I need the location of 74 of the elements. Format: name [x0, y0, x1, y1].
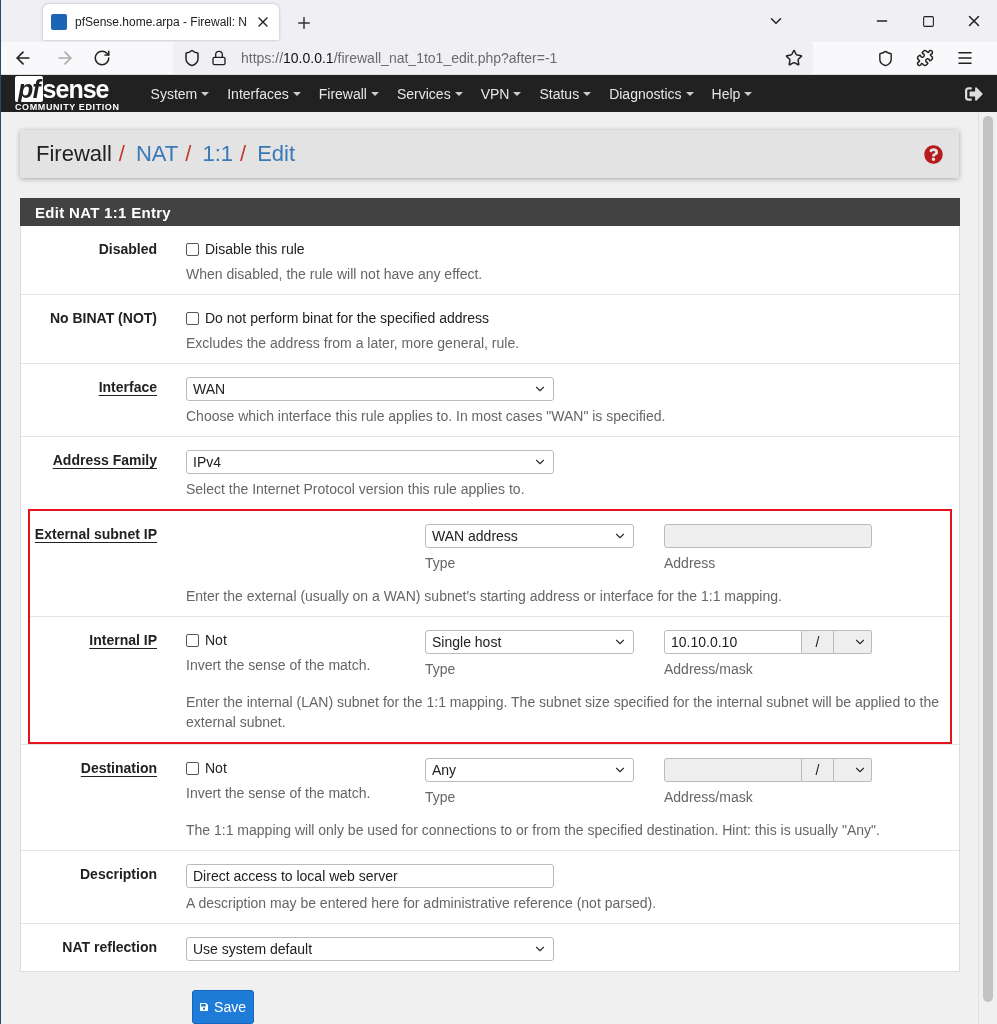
type-dropdown[interactable]: WAN address [425, 524, 634, 548]
help-text: Choose which interface this rule applies to. In most cases "WAN" is specified. [186, 407, 667, 426]
caption: Type [425, 788, 457, 807]
menu-item[interactable]: VPN [471, 85, 531, 102]
breadcrumb-separator: / [240, 141, 247, 167]
help-text: Enter the external (usually on a WAN) subnet's starting address or interface for the 1:1 mapping. [186, 587, 783, 606]
type-dropdown[interactable]: Any [425, 758, 634, 782]
caption: Address/mask [664, 660, 754, 679]
breadcrumb-separator: / [118, 141, 125, 167]
field-label: Description [80, 865, 157, 884]
dropdown[interactable]: IPv4 [186, 450, 554, 474]
breadcrumb-item[interactable]: NAT [135, 141, 179, 167]
menu-item[interactable]: Diagnostics [600, 85, 703, 102]
field-label[interactable]: Interface [98, 377, 157, 397]
browser-tab[interactable]: pfSense.home.arpa - Firewall: N [43, 4, 279, 40]
breadcrumb-item[interactable]: Edit [257, 141, 296, 167]
address-field[interactable]: 10.10.0.10 [664, 630, 802, 654]
help-text: Enter the internal (LAN) subnet for the 1:1 mapping. The subnet size specified for the internal subnet will be applied to the external subnet. [186, 693, 941, 732]
menu-item[interactable]: Help [702, 85, 762, 102]
favicon-icon [51, 14, 67, 30]
lock-icon [211, 50, 227, 66]
logo[interactable]: pfsense COMMUNITY EDITION [15, 75, 120, 112]
field-label[interactable]: Address Family [52, 450, 157, 470]
shield-icon [183, 49, 201, 67]
reload-icon[interactable] [93, 49, 111, 67]
breadcrumb-item[interactable]: 1:1 [202, 141, 233, 167]
caption: Type [425, 554, 457, 573]
help-icon[interactable] [924, 144, 943, 164]
mask-separator: / [815, 634, 820, 650]
menu-icon[interactable] [956, 49, 974, 67]
mask-separator: / [815, 762, 820, 778]
help-text: Excludes the address from a later, more general, rule. [186, 334, 521, 353]
field-label[interactable]: External subnet IP [34, 524, 157, 544]
breadcrumb-item: Firewall [36, 141, 112, 167]
checkbox[interactable] [186, 242, 199, 256]
checkbox-label[interactable]: Disable this rule [186, 239, 305, 259]
caption: Type [425, 660, 457, 679]
star-icon[interactable] [785, 49, 803, 67]
breadcrumb-separator: / [185, 141, 192, 167]
help-text: When disabled, the rule will not have any effect. [186, 265, 484, 284]
panel-title: Edit NAT 1:1 Entry [20, 198, 960, 226]
caption: Invert the sense of the match. [186, 784, 372, 803]
checkbox-label[interactable]: Do not perform binat for the specified address [186, 308, 490, 328]
field-label[interactable]: Internal IP [89, 630, 157, 650]
help-text: A description may be entered here for administrative reference (not parsed). [186, 894, 658, 913]
menu-item[interactable]: Interfaces [218, 85, 310, 102]
field-label: NAT reflection [62, 938, 157, 957]
logout-icon[interactable] [965, 84, 983, 103]
help-text: The 1:1 mapping will only be used for connections to or from the specified destination. Hint: this is usually "Any". [186, 821, 881, 840]
checkbox-label[interactable]: Not [186, 758, 227, 778]
maximize-icon[interactable] [921, 14, 935, 28]
menu-item[interactable]: Firewall [309, 85, 388, 102]
save-button[interactable]: Save [192, 990, 254, 1024]
caption: Address [664, 554, 717, 573]
caption: Invert the sense of the match. [186, 656, 372, 675]
address-bar[interactable]: https://10.0.0.1/firewall_nat_1to1_edit.php?after=-1 [173, 42, 813, 74]
field-label[interactable]: Destination [80, 758, 157, 778]
checkbox-label[interactable]: Not [186, 630, 227, 650]
description-field[interactable]: Direct access to local web server [186, 864, 554, 888]
field-label: Disabled [98, 240, 157, 259]
dropdown[interactable]: WAN [186, 377, 554, 401]
checkbox[interactable] [186, 761, 199, 775]
field-label: No BINAT (NOT) [49, 309, 157, 328]
checkbox[interactable] [186, 311, 199, 325]
dropdown[interactable]: Use system default [186, 937, 554, 961]
type-dropdown[interactable]: Single host [425, 630, 634, 654]
checkbox[interactable] [186, 633, 199, 647]
caption: Address/mask [664, 788, 754, 807]
new-tab-icon[interactable] [295, 14, 313, 32]
help-text: Select the Internet Protocol version this rule applies to. [186, 480, 526, 499]
menu-item[interactable]: Status [530, 85, 601, 102]
menu-item[interactable]: Services [387, 85, 472, 102]
menu-item[interactable]: System [141, 85, 219, 102]
extensions-icon[interactable] [916, 49, 934, 67]
